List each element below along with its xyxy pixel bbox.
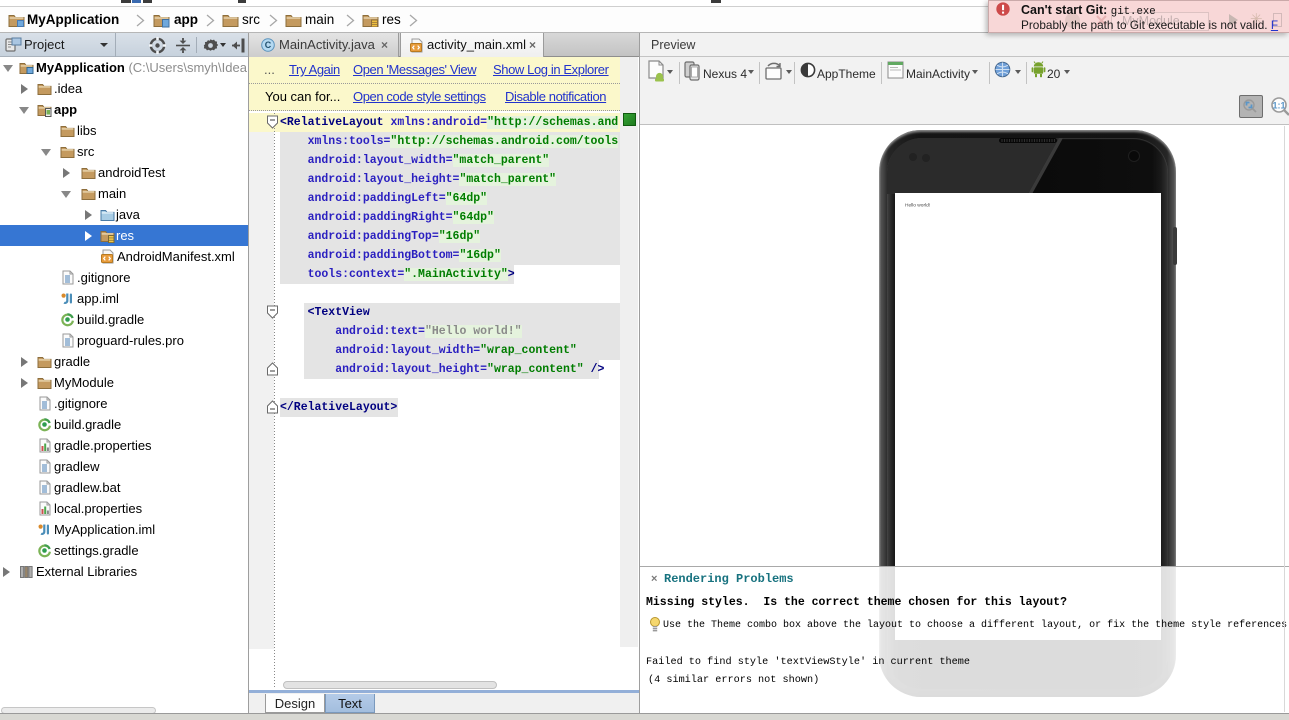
svg-text:1:1: 1:1 xyxy=(1272,101,1285,111)
svg-text:C: C xyxy=(265,40,272,50)
